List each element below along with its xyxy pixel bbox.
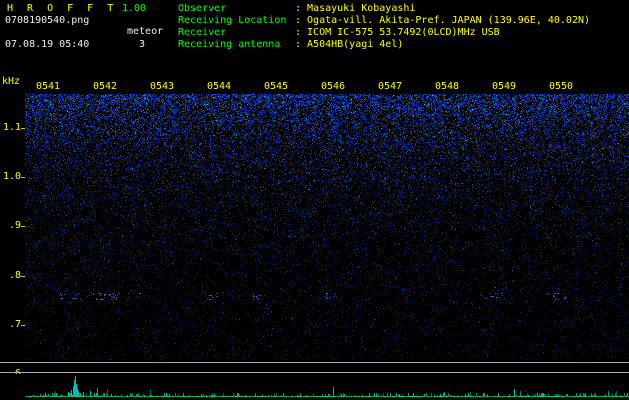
- time-label: 0541: [36, 81, 61, 92]
- time-label: 0543: [150, 81, 175, 92]
- time-label: 0550: [549, 81, 574, 92]
- output-filename: 0708190540.png: [5, 15, 90, 26]
- separator-line: [0, 362, 629, 363]
- info-value-receiver: : ICOM IC-575 53.7492(0LCD)MHz USB: [295, 27, 500, 38]
- app-version: 1.00: [122, 3, 147, 14]
- time-label: 0545: [264, 81, 289, 92]
- mode-label: meteor: [127, 26, 164, 37]
- info-label-antenna: Receiving antenna: [178, 39, 281, 50]
- info-value-antenna: : A504HB(yagi 4el): [295, 39, 404, 50]
- signal-level-canvas: [0, 374, 629, 400]
- freq-label: 1.1: [2, 122, 21, 133]
- spectrogram-canvas: [25, 94, 629, 360]
- time-label: 0542: [93, 81, 118, 92]
- hrofft-screen: H R O F F T 1.00 0708190540.png meteor 0…: [0, 0, 629, 400]
- time-label: 0548: [435, 81, 460, 92]
- freq-label: .8: [8, 270, 21, 281]
- info-value-location: : Ogata-vill. Akita-Pref. JAPAN (139.96E…: [295, 15, 591, 26]
- freq-label: 1.0: [2, 171, 21, 182]
- time-label: 0546: [321, 81, 346, 92]
- freq-label: .7: [8, 319, 21, 330]
- separator-line: [0, 372, 629, 373]
- info-label-receiver: Receiver: [178, 27, 227, 38]
- freq-axis-unit: kHz: [2, 76, 21, 87]
- time-label: 0544: [207, 81, 232, 92]
- time-label: 0549: [492, 81, 517, 92]
- app-title: H R O F F T: [7, 3, 118, 14]
- freq-label: .9: [8, 220, 21, 231]
- time-label: 0547: [378, 81, 403, 92]
- info-label-observer: Observer: [178, 3, 227, 14]
- info-label-location: Receiving Location: [178, 15, 287, 26]
- datetime-label: 07.08.19 05:40: [5, 39, 90, 50]
- info-value-observer: : Masayuki Kobayashi: [295, 3, 416, 14]
- meteor-count: 3: [139, 39, 146, 50]
